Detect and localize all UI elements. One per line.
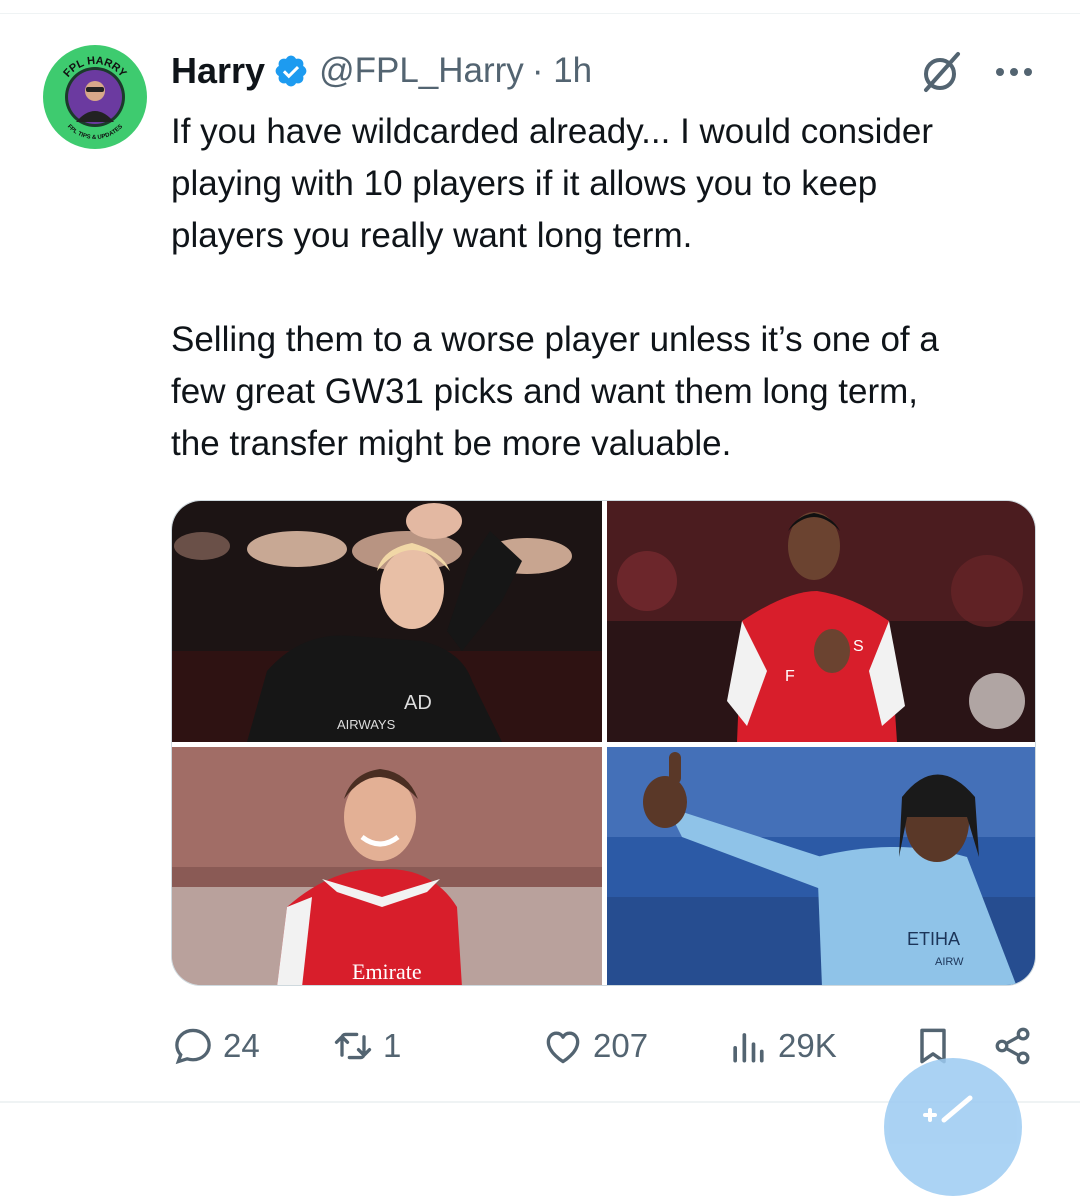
more-icon[interactable] — [990, 52, 1038, 88]
like-button[interactable]: 207 — [541, 1020, 648, 1072]
verified-badge-icon — [275, 55, 307, 87]
views-count: 29K — [778, 1027, 837, 1064]
sponsor-text: AIRW — [935, 956, 964, 968]
reply-icon — [175, 1028, 211, 1065]
compose-button[interactable] — [884, 1058, 1022, 1196]
tweet-header: Harry @FPL_Harry · 1h — [171, 48, 592, 94]
media-grid: AD AIRWAYS F S Emirate ETIHA AIRW — [171, 500, 1036, 986]
grok-icon[interactable] — [918, 50, 966, 94]
views-button[interactable]: 29K — [726, 1020, 837, 1072]
like-count: 207 — [593, 1027, 649, 1064]
reply-button[interactable]: 24 — [171, 1020, 260, 1072]
top-divider — [0, 13, 1080, 14]
views-icon — [733, 1033, 764, 1063]
photo-1[interactable]: AD AIRWAYS — [172, 501, 602, 742]
compose-icon — [923, 1095, 973, 1123]
sponsor-text: ETIHA — [907, 929, 960, 949]
text-line: the transfer might be more valuable. — [171, 424, 732, 463]
sponsor-text: AD — [404, 692, 432, 714]
retweet-icon — [334, 1032, 372, 1060]
text-line: players you really want long term. — [171, 216, 693, 255]
retweet-count: 1 — [383, 1027, 402, 1064]
share-button[interactable] — [991, 1020, 1035, 1072]
author-name[interactable]: Harry — [171, 50, 265, 92]
action-bar: 24 1 207 29K — [171, 1020, 1041, 1072]
text-line: Selling them to a worse player unless it… — [171, 320, 939, 359]
text-line: few great GW31 picks and want them long … — [171, 372, 918, 411]
post-time[interactable]: · 1h — [532, 51, 592, 91]
author-handle[interactable]: @FPL_Harry — [319, 51, 524, 91]
sponsor-text: F — [785, 668, 795, 685]
share-icon — [995, 1027, 1030, 1065]
retweet-button[interactable]: 1 — [331, 1020, 401, 1072]
sponsor-text: S — [853, 638, 864, 655]
reply-count: 24 — [223, 1027, 260, 1064]
sponsor-text: AIRWAYS — [337, 717, 396, 732]
photo-2[interactable]: F S — [607, 501, 1035, 742]
text-line: If you have wildcarded already... I woul… — [171, 112, 933, 151]
sponsor-text: Emirate — [352, 959, 422, 984]
photo-4[interactable]: ETIHA AIRW — [607, 747, 1035, 985]
photo-3[interactable]: Emirate — [172, 747, 602, 985]
tweet-text: If you have wildcarded already... I woul… — [171, 106, 1051, 470]
avatar[interactable]: FPL HARRY FPL TIPS & UPDATES — [42, 44, 148, 150]
text-line: playing with 10 players if it allows you… — [171, 164, 878, 203]
like-icon — [546, 1031, 580, 1064]
